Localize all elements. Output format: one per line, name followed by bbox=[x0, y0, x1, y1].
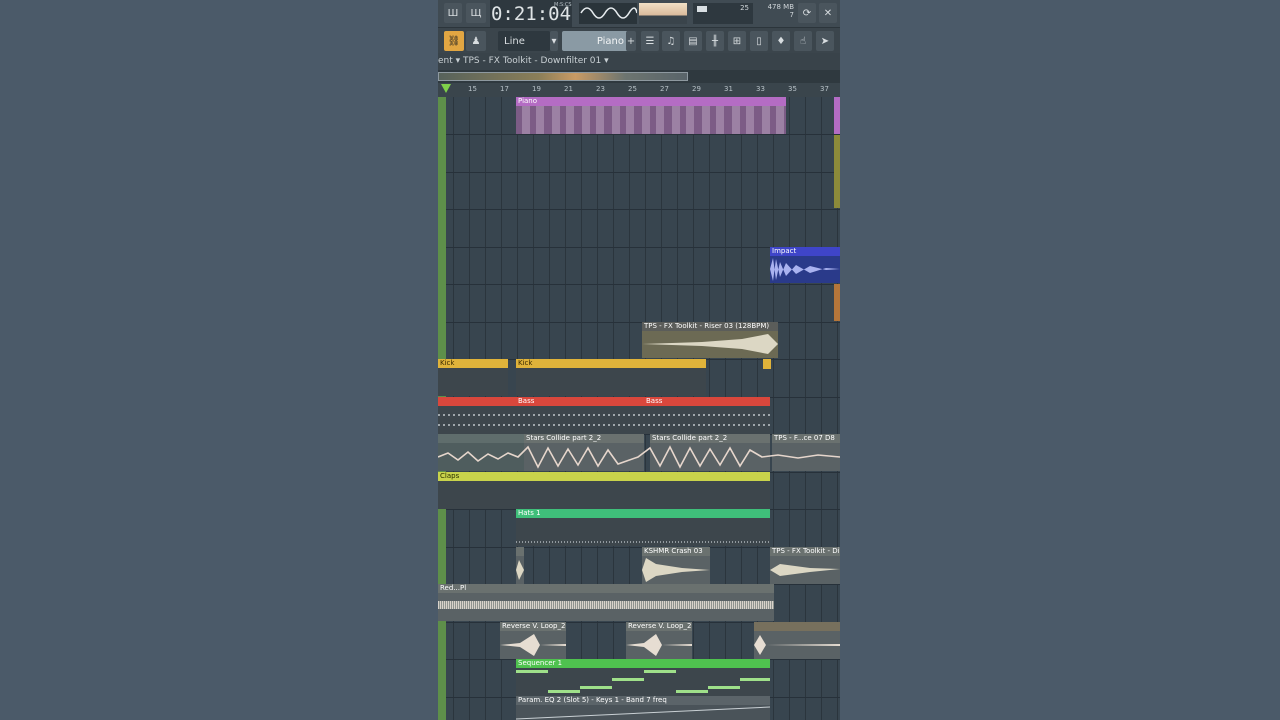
touch-icon[interactable]: ☝ bbox=[794, 31, 812, 51]
playlist-title-text: ent ▾ TPS - FX Toolkit - Downfilter 01 ▾ bbox=[438, 56, 609, 66]
param-automation-clip[interactable]: Param. EQ 2 (Slot 5) - Keys 1 - Band 7 f… bbox=[516, 696, 770, 720]
piano-clip[interactable]: Piano bbox=[516, 97, 786, 134]
stars-waveform bbox=[438, 445, 840, 469]
riser-clip[interactable]: TPS - FX Toolkit - Riser 03 (128BPM) bbox=[642, 322, 778, 358]
refresh-icon[interactable]: ⟳ bbox=[798, 3, 816, 23]
tools-toolbar: ⛓ ♟ Line ▾ Piano + ☰ ♫ ▤ ╫ ⊞ ▯ ♦ ☝ ➤ bbox=[438, 27, 840, 54]
kick-clip-label: Kick bbox=[516, 359, 706, 368]
master-volume-meter bbox=[639, 3, 687, 24]
kick-clip-small[interactable] bbox=[763, 359, 771, 369]
cpu-bar bbox=[697, 6, 707, 12]
reverse-clip[interactable]: Reverse V. Loop_2 bbox=[500, 622, 566, 659]
reverse-clip-label: Reverse V. Loop_2 bbox=[500, 622, 566, 631]
plugin-icon[interactable]: ♦ bbox=[772, 31, 790, 51]
overview-thumb[interactable] bbox=[438, 72, 688, 81]
pattern-name: Piano bbox=[596, 35, 624, 47]
reverse-clip[interactable]: Reverse V. Loop_2 bbox=[626, 622, 692, 659]
time-unit-label: M:S:CS bbox=[554, 2, 572, 8]
piano-clip-end[interactable] bbox=[772, 97, 784, 106]
bass-clip-label: Bass bbox=[516, 397, 642, 406]
playlist-title: ent ▾ TPS - FX Toolkit - Downfilter 01 ▾ bbox=[438, 53, 840, 70]
crash-clip-small[interactable] bbox=[516, 547, 524, 584]
ruler-tick: 19 bbox=[532, 85, 541, 93]
crash-waveform bbox=[642, 558, 710, 582]
channel-rack-icon[interactable]: ▤ bbox=[684, 31, 702, 51]
memory-value: 478 MB bbox=[767, 3, 794, 11]
browser-icon[interactable]: ⊞ bbox=[728, 31, 746, 51]
orange-clip-right[interactable] bbox=[834, 284, 840, 321]
fx-clip-right-label: TPS - F...ce 07 D8 bbox=[772, 434, 840, 443]
crash-clip[interactable]: KSHMR Crash 03 bbox=[642, 547, 710, 584]
bass-clip[interactable]: Bass bbox=[516, 397, 642, 406]
param-clip-label: Param. EQ 2 (Slot 5) - Keys 1 - Band 7 f… bbox=[516, 696, 770, 705]
impact-clip[interactable]: Impact bbox=[770, 247, 840, 283]
ruler-tick: 23 bbox=[596, 85, 605, 93]
piano-clip-label: Piano bbox=[516, 97, 786, 106]
ruler-tick: 17 bbox=[500, 85, 509, 93]
transport-toolbar: Ш Щ 0:21:04 M:S:CS 25 478 MB 7 ⟳ ✕ bbox=[438, 0, 840, 27]
ruler-tick: 15 bbox=[468, 85, 477, 93]
file-icon[interactable]: ▯ bbox=[750, 31, 768, 51]
pattern-selector[interactable]: Piano bbox=[562, 31, 628, 51]
oscilloscope-icon bbox=[579, 3, 637, 24]
fl-studio-window: Ш Щ 0:21:04 M:S:CS 25 478 MB 7 ⟳ ✕ ⛓ ♟ L… bbox=[438, 0, 840, 720]
snap-value: Line bbox=[504, 35, 525, 47]
export-icon[interactable]: ➤ bbox=[816, 31, 834, 51]
ruler-tick: 31 bbox=[724, 85, 733, 93]
playlist-icon[interactable]: ☰ bbox=[641, 31, 659, 51]
kick-clip[interactable]: Kick bbox=[438, 359, 508, 396]
voices-value: 7 bbox=[789, 11, 794, 19]
piano-roll-icon[interactable]: ♫ bbox=[662, 31, 680, 51]
ruler-tick: 37 bbox=[820, 85, 829, 93]
record-icon[interactable]: Щ bbox=[466, 3, 486, 23]
stars-clip-label: Stars Collide part 2_2 bbox=[650, 434, 770, 443]
red-clip[interactable]: Red...Pl bbox=[438, 584, 774, 621]
ruler-tick: 33 bbox=[756, 85, 765, 93]
bass-clip[interactable]: Bass bbox=[644, 397, 770, 406]
playhead-marker-icon[interactable] bbox=[441, 84, 451, 93]
song-overview-scrollbar[interactable] bbox=[438, 70, 840, 83]
reverse-clip-label: Reverse V. Loop_2 bbox=[626, 622, 692, 631]
hats-clip-label: Hats 1 bbox=[516, 509, 770, 518]
add-pattern-icon[interactable]: + bbox=[626, 31, 636, 51]
red-clip-label: Red...Pl bbox=[438, 584, 774, 593]
tps-clip-right-label: TPS - FX Toolkit - Di bbox=[770, 547, 840, 556]
kick-clip-label: Kick bbox=[438, 359, 508, 368]
bass-clip-label: Bass bbox=[644, 397, 770, 406]
sequencer-clip-label: Sequencer 1 bbox=[516, 659, 770, 668]
kick-clip[interactable]: Kick bbox=[516, 359, 706, 396]
ruler-tick: 29 bbox=[692, 85, 701, 93]
claps-clip[interactable]: Claps bbox=[438, 472, 770, 509]
hats-clip[interactable]: Hats 1 bbox=[516, 509, 770, 546]
memory-monitor: 478 MB 7 bbox=[756, 3, 794, 24]
timeline-ruler[interactable]: 15 17 19 21 23 25 27 29 31 33 35 37 bbox=[438, 83, 840, 97]
ruler-tick: 27 bbox=[660, 85, 669, 93]
impact-clip-label: Impact bbox=[770, 247, 840, 256]
ruler-tick: 35 bbox=[788, 85, 797, 93]
riser-clip-label: TPS - FX Toolkit - Riser 03 (128BPM) bbox=[642, 322, 778, 331]
ruler-tick: 21 bbox=[564, 85, 573, 93]
piano-clip-right[interactable] bbox=[834, 97, 840, 134]
impact-waveform bbox=[770, 258, 840, 281]
link-icon[interactable]: ⛓ bbox=[444, 31, 464, 51]
claps-clip-label: Claps bbox=[438, 472, 770, 481]
crash-clip-label: KSHMR Crash 03 bbox=[642, 547, 710, 556]
mixer-icon[interactable]: ╫ bbox=[706, 31, 724, 51]
tps-clip-right[interactable]: TPS - FX Toolkit - Di bbox=[770, 547, 840, 584]
pattern-song-icon[interactable]: Ш bbox=[444, 3, 462, 23]
reverse-clip-right[interactable] bbox=[754, 622, 840, 659]
stamp-icon[interactable]: ♟ bbox=[466, 31, 486, 51]
snap-select[interactable]: Line bbox=[498, 31, 550, 51]
snap-dropdown-icon[interactable]: ▾ bbox=[550, 31, 558, 51]
cpu-value: 25 bbox=[740, 4, 749, 12]
stars-clip-label: Stars Collide part 2_2 bbox=[524, 434, 644, 443]
close-icon[interactable]: ✕ bbox=[819, 3, 837, 23]
riser-waveform bbox=[642, 334, 778, 354]
ruler-tick: 25 bbox=[628, 85, 637, 93]
automation-clip-right[interactable] bbox=[834, 135, 840, 208]
cpu-monitor: 25 bbox=[693, 3, 753, 24]
sequencer-clip[interactable]: Sequencer 1 bbox=[516, 659, 770, 696]
